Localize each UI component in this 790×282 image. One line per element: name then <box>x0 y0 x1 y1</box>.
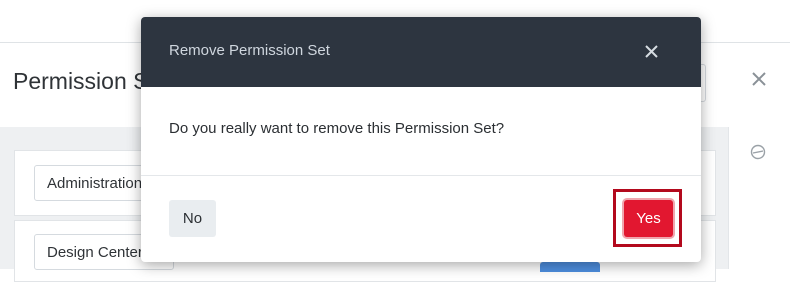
panel-close-icon[interactable] <box>748 68 770 90</box>
remove-permission-set-dialog: Remove Permission Set Do you really want… <box>141 17 701 262</box>
primary-button[interactable] <box>540 262 600 272</box>
dialog-title: Remove Permission Set <box>169 42 330 59</box>
dialog-header: Remove Permission Set <box>141 17 701 87</box>
history-icon[interactable] <box>750 144 766 160</box>
close-icon[interactable] <box>641 41 661 61</box>
panel-title: Permission S <box>13 68 149 94</box>
yes-button[interactable]: Yes <box>624 200 673 237</box>
dialog-divider <box>141 175 701 176</box>
no-button[interactable]: No <box>169 200 216 237</box>
dialog-message: Do you really want to remove this Permis… <box>169 120 505 137</box>
